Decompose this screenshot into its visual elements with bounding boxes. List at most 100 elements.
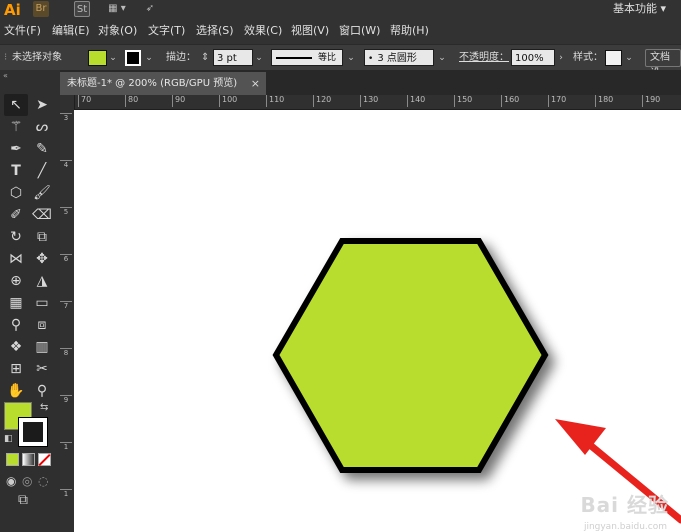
chevron-down-icon[interactable]: ⌄ <box>623 50 635 66</box>
stroke-color-swatch[interactable] <box>125 50 141 66</box>
chevron-down-icon[interactable]: ⌄ <box>253 50 265 66</box>
shaper-tool-icon[interactable]: ✐ <box>4 204 28 226</box>
color-mode-icon[interactable] <box>6 453 19 466</box>
blend-tool-icon[interactable]: ⧈ <box>30 314 54 336</box>
ruler-tick: 150 <box>454 95 472 107</box>
panel-collapse-strip[interactable]: « <box>0 70 60 84</box>
chevron-down-icon[interactable]: ⌄ <box>345 50 357 66</box>
line-tool-icon[interactable]: ╱ <box>30 160 54 182</box>
puppet-warp-tool-icon[interactable]: ✥ <box>30 248 54 270</box>
menu-window[interactable]: 窗口(W) <box>339 23 380 39</box>
stroke-weight-input[interactable]: 3 pt <box>213 49 253 66</box>
menu-view[interactable]: 视图(V) <box>291 23 329 39</box>
curvature-tool-icon[interactable]: ✎ <box>30 138 54 160</box>
brush-dot-icon: • <box>368 54 374 64</box>
stroke-line-preview <box>276 57 312 59</box>
stock-icon[interactable]: St <box>74 1 90 17</box>
direct-selection-tool-icon[interactable]: ➤ <box>30 94 54 116</box>
canvas-artwork <box>272 238 681 524</box>
ruler-tick: 170 <box>548 95 566 107</box>
ruler-tick: 7 <box>60 301 72 310</box>
gradient-tool-icon[interactable]: ▭ <box>30 292 54 314</box>
ruler-tick: 6 <box>60 254 72 263</box>
mesh-tool-icon[interactable]: ▦ <box>4 292 28 314</box>
chevron-down-icon[interactable]: ⌄ <box>143 50 155 66</box>
selection-tool-icon[interactable]: ↖ <box>4 94 28 116</box>
vertical-ruler[interactable]: 3 4 5 6 7 8 9 1 1 <box>60 95 75 532</box>
ruler-tick: 8 <box>60 348 72 357</box>
magic-wand-tool-icon[interactable]: ⚚ <box>4 116 28 138</box>
ruler-tick: 1 <box>60 442 72 451</box>
polygon-tool-icon[interactable]: ⬡ <box>4 182 28 204</box>
draw-normal-icon[interactable]: ◉ <box>6 474 16 488</box>
gradient-mode-icon[interactable] <box>22 453 35 466</box>
eraser-tool-icon[interactable]: ⌫ <box>30 204 54 226</box>
scale-tool-icon[interactable]: ⧉ <box>30 226 54 248</box>
opacity-label[interactable]: 不透明度： <box>459 49 509 67</box>
default-colors-icon[interactable]: ◧ <box>4 434 13 444</box>
ruler-tick: 80 <box>125 95 138 107</box>
artboard-canvas[interactable]: Bai 经验 jingyan.baidu.com <box>74 110 681 532</box>
chevron-down-icon[interactable]: ⌄ <box>107 50 119 66</box>
draw-inside-icon[interactable]: ◌ <box>38 474 48 488</box>
variable-width-profile[interactable]: 等比 <box>271 49 343 66</box>
document-tab[interactable]: 未标题-1* @ 200% (RGB/GPU 预览) × <box>60 72 266 95</box>
menu-select[interactable]: 选择(S) <box>196 23 234 39</box>
chevron-right-icon[interactable]: › <box>555 50 567 66</box>
menu-edit[interactable]: 编辑(E) <box>52 23 90 39</box>
arrange-documents-icon[interactable]: ▦ ▾ <box>102 1 132 17</box>
slice-tool-icon[interactable]: ✂ <box>30 358 54 380</box>
artboard-tool-icon[interactable]: ⊞ <box>4 358 28 380</box>
menu-help[interactable]: 帮助(H) <box>390 23 429 39</box>
ruler-tick: 190 <box>642 95 660 107</box>
brush-definition[interactable]: • 3 点圆形 <box>364 49 434 66</box>
paintbrush-tool-icon[interactable]: 🖌 <box>30 182 54 204</box>
stroke-stepper-icon[interactable]: ⇕ <box>201 49 209 67</box>
bridge-icon[interactable]: Br <box>33 1 49 17</box>
ruler-tick: 100 <box>219 95 237 107</box>
swap-colors-icon[interactable]: ⇆ <box>40 402 48 413</box>
symbol-sprayer-tool-icon[interactable]: ❖ <box>4 336 28 358</box>
pen-tool-icon[interactable]: ✒ <box>4 138 28 160</box>
control-bar: ⁝ 未选择对象 ⌄ ⌄ 描边： ⇕ 3 pt ⌄ 等比 ⌄ • 3 点圆形 ⌄ 不… <box>0 44 681 79</box>
ruler-tick: 160 <box>501 95 519 107</box>
fill-color-swatch[interactable] <box>88 50 107 66</box>
none-mode-icon[interactable] <box>38 453 51 467</box>
opacity-input[interactable]: 100% <box>511 49 555 66</box>
ruler-tick: 110 <box>266 95 284 107</box>
stroke-color-box[interactable] <box>18 417 48 447</box>
close-icon[interactable]: × <box>251 72 260 95</box>
collapse-icon[interactable]: « <box>3 70 8 82</box>
illustrator-logo: Ai <box>4 1 21 19</box>
menu-type[interactable]: 文字(T) <box>148 23 185 39</box>
gpu-performance-icon[interactable]: ➶ <box>142 1 158 17</box>
horizontal-ruler[interactable]: 70 80 90 100 110 120 130 140 150 160 170… <box>60 95 681 110</box>
graphic-style-swatch[interactable] <box>605 50 622 66</box>
type-tool-icon[interactable]: T <box>4 160 28 182</box>
menu-effect[interactable]: 效果(C) <box>244 23 282 39</box>
none-slash <box>38 453 51 467</box>
ruler-tick: 9 <box>60 395 72 404</box>
width-tool-icon[interactable]: ⋈ <box>4 248 28 270</box>
style-label: 样式： <box>573 52 603 63</box>
draw-behind-icon[interactable]: ◎ <box>22 474 32 488</box>
column-graph-tool-icon[interactable]: ▥ <box>30 336 54 358</box>
ruler-tick: 70 <box>78 95 91 107</box>
hand-tool-icon[interactable]: ✋ <box>4 380 28 402</box>
document-setup-button[interactable]: 文档设 <box>645 49 681 79</box>
tools-panel: ↖ ➤ ⚚ ᔕ ✒ ✎ T ╱ ⬡ 🖌 ✐ ⌫ ↻ ⧉ ⋈ ✥ ⊕ ◮ ▦ ▭ … <box>0 84 60 532</box>
ruler-tick: 130 <box>360 95 378 107</box>
ruler-tick: 5 <box>60 207 72 216</box>
rotate-tool-icon[interactable]: ↻ <box>4 226 28 248</box>
menu-file[interactable]: 文件(F) <box>4 23 41 39</box>
menu-object[interactable]: 对象(O) <box>98 23 137 39</box>
screen-mode-icon[interactable]: ⧉ <box>18 492 28 508</box>
hexagon-shape[interactable] <box>272 238 549 473</box>
lasso-tool-icon[interactable]: ᔕ <box>30 116 54 138</box>
workspace-switcher[interactable]: 基本功能 ▾ <box>613 0 666 18</box>
eyedropper-tool-icon[interactable]: ⚲ <box>4 314 28 336</box>
chevron-down-icon[interactable]: ⌄ <box>436 50 448 66</box>
shape-builder-tool-icon[interactable]: ⊕ <box>4 270 28 292</box>
zoom-tool-icon[interactable]: ⚲ <box>30 380 54 402</box>
perspective-grid-tool-icon[interactable]: ◮ <box>30 270 54 292</box>
